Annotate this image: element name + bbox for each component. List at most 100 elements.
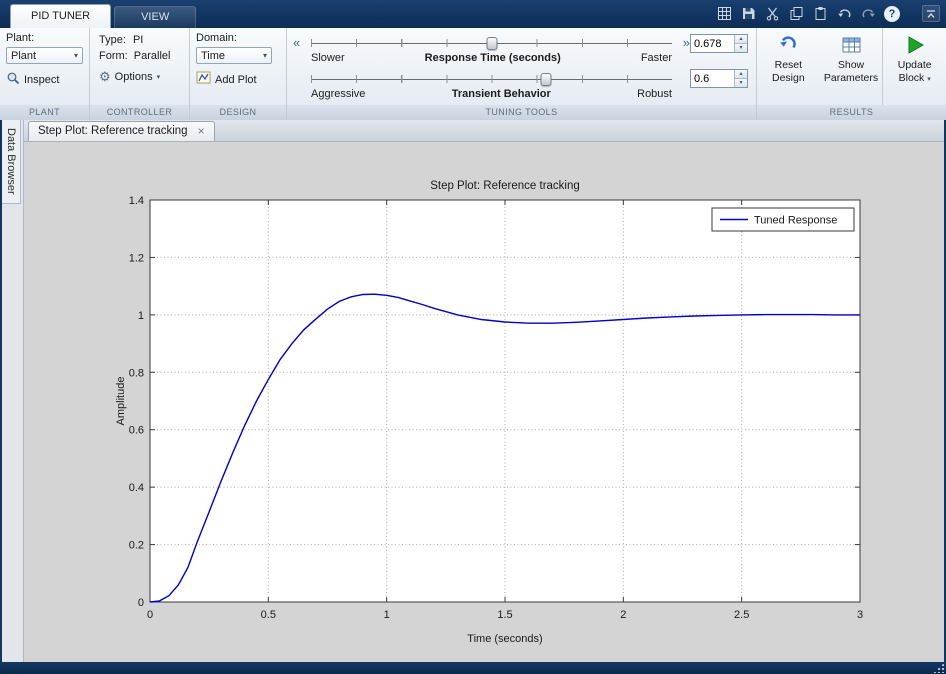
response-faster-arrows-icon[interactable]: »: [683, 36, 690, 50]
svg-text:0.4: 0.4: [129, 482, 144, 494]
step-response-chart: 0 0.5 1 1.5 2 2.5 3 0 0.2 0.4 0.6 0.8 1 1.2 1.4 Step Pl…: [115, 180, 863, 645]
show-parameters-label-line1: Show: [837, 59, 865, 71]
step-plot-tab[interactable]: Step Plot: Reference tracking ×: [28, 121, 215, 141]
chevron-down-icon: ▾: [156, 74, 161, 81]
faster-label: Faster: [640, 52, 672, 64]
step-plot-tab-label: Step Plot: Reference tracking: [38, 125, 188, 137]
resize-grip[interactable]: [933, 663, 944, 673]
inspect-label: Inspect: [24, 73, 60, 86]
svg-text:1.4: 1.4: [129, 195, 144, 207]
options-label: Options: [114, 71, 153, 83]
section-label-plant: PLANT: [0, 105, 89, 120]
svg-text:0.2: 0.2: [129, 540, 144, 552]
spinner-up-icon[interactable]: ▴: [735, 35, 747, 44]
plant-dropdown-value: Plant: [11, 49, 37, 62]
paste-icon[interactable]: [812, 5, 829, 22]
transient-behavior-slider-handle[interactable]: [540, 73, 552, 86]
domain-label: Domain:: [196, 32, 237, 44]
transient-behavior-slider[interactable]: [311, 72, 672, 86]
chevron-down-icon: ▾: [73, 51, 78, 60]
response-time-input[interactable]: [691, 35, 734, 52]
svg-text:0: 0: [147, 609, 153, 621]
svg-text:Amplitude: Amplitude: [115, 377, 127, 426]
tab-pid-tuner[interactable]: PID TUNER: [10, 4, 112, 28]
ribbon-section-controller: Type: PI Form: Parallel ⚙ Options ▾ CONT…: [90, 28, 190, 120]
section-label-design: DESIGN: [190, 105, 286, 120]
svg-text:1: 1: [138, 310, 144, 322]
form-value: Parallel: [133, 50, 171, 62]
chevron-down-icon: ▾: [262, 51, 267, 60]
svg-text:2.5: 2.5: [734, 609, 749, 621]
ribbon-section-tuning-tools: « » ▴ ▾ Slower Res: [287, 28, 757, 120]
quick-access-toolbar: ?: [716, 5, 900, 22]
ribbon-section-plant: Plant: Plant ▾ Inspect PLANT: [0, 28, 90, 120]
svg-text:0.6: 0.6: [129, 425, 144, 437]
svg-text:3: 3: [857, 609, 863, 621]
response-time-slider[interactable]: [311, 36, 672, 50]
plot-area: 0 0.5 1 1.5 2 2.5 3 0 0.2 0.4 0.6 0.8 1 1.2 1.4 Step Pl…: [24, 142, 944, 662]
show-parameters-button[interactable]: Show Parameters: [820, 28, 883, 105]
document-area: Step Plot: Reference tracking × 0 0.5 1 1.5…: [24, 120, 944, 662]
response-slower-arrows-icon[interactable]: «: [293, 36, 300, 50]
save-icon[interactable]: [740, 5, 757, 22]
transient-behavior-input[interactable]: [691, 70, 734, 87]
reset-design-icon: [778, 33, 798, 57]
close-icon[interactable]: ×: [198, 125, 205, 137]
plant-dropdown[interactable]: Plant ▾: [6, 47, 83, 64]
robust-label: Robust: [637, 88, 672, 100]
aggressive-label: Aggressive: [311, 88, 366, 100]
tab-view[interactable]: VIEW: [114, 6, 197, 28]
update-block-label-line2: Block ▾: [898, 71, 931, 84]
help-icon[interactable]: ?: [884, 5, 900, 22]
svg-text:2: 2: [620, 609, 626, 621]
update-block-label-line1: Update: [897, 59, 932, 71]
section-label-tuning-tools: TUNING TOOLS: [287, 105, 756, 120]
svg-text:Time (seconds): Time (seconds): [467, 633, 542, 645]
type-value: PI: [132, 34, 144, 46]
layout-grid-icon[interactable]: [716, 5, 733, 22]
domain-dropdown-value: Time: [201, 49, 226, 62]
section-label-controller: CONTROLLER: [90, 105, 189, 120]
type-label: Type:: [99, 34, 126, 46]
pid-tuner-window: PID TUNER VIEW ? Plant: Plant ▾ Inspect …: [0, 0, 946, 674]
minimize-ribbon-icon[interactable]: [922, 5, 940, 22]
svg-text:Step Plot: Reference tracking: Step Plot: Reference tracking: [430, 180, 580, 192]
document-tab-bar: Step Plot: Reference tracking ×: [24, 120, 944, 142]
response-time-spinner[interactable]: ▴ ▾: [690, 34, 748, 53]
domain-dropdown[interactable]: Time ▾: [196, 47, 272, 64]
spinner-down-icon[interactable]: ▾: [735, 44, 747, 52]
magnifier-icon: [6, 71, 20, 88]
svg-text:1.5: 1.5: [497, 609, 512, 621]
transient-behavior-spinner[interactable]: ▴ ▾: [690, 69, 748, 88]
toolstrip-tab-bar: PID TUNER VIEW ?: [0, 0, 946, 28]
add-plot-icon: [196, 71, 211, 88]
ribbon-section-results: Reset Design Show Parameters Update Bloc…: [757, 28, 946, 120]
add-plot-button[interactable]: Add Plot: [196, 71, 280, 88]
copy-icon[interactable]: [788, 5, 805, 22]
ribbon-section-design: Domain: Time ▾ Add Plot DESIGN: [190, 28, 287, 120]
data-browser-panel: Data Browser: [2, 120, 24, 662]
chevron-down-icon: ▾: [927, 75, 931, 83]
update-block-play-icon: [904, 33, 926, 57]
spinner-down-icon[interactable]: ▾: [735, 79, 747, 87]
update-block-button[interactable]: Update Block ▾: [882, 28, 946, 105]
redo-icon[interactable]: [860, 5, 877, 22]
inspect-button[interactable]: Inspect: [6, 71, 83, 88]
form-label: Form:: [99, 50, 128, 62]
svg-text:0.5: 0.5: [261, 609, 276, 621]
reset-design-label-line2: Design: [771, 71, 805, 84]
svg-text:1.2: 1.2: [129, 252, 144, 264]
response-time-slider-handle[interactable]: [486, 37, 497, 50]
reset-design-label-line1: Reset: [774, 59, 803, 71]
add-plot-label: Add Plot: [215, 73, 257, 86]
options-button[interactable]: ⚙ Options ▾: [99, 69, 183, 85]
status-bar: [0, 662, 946, 674]
spinner-up-icon[interactable]: ▴: [735, 70, 747, 79]
svg-text:1: 1: [384, 609, 390, 621]
reset-design-button[interactable]: Reset Design: [757, 28, 820, 105]
cut-icon[interactable]: [764, 5, 781, 22]
slower-label: Slower: [311, 52, 345, 64]
undo-icon[interactable]: [836, 5, 853, 22]
main-area: Data Browser Step Plot: Reference tracki…: [0, 120, 946, 662]
data-browser-tab[interactable]: Data Browser: [2, 120, 21, 204]
